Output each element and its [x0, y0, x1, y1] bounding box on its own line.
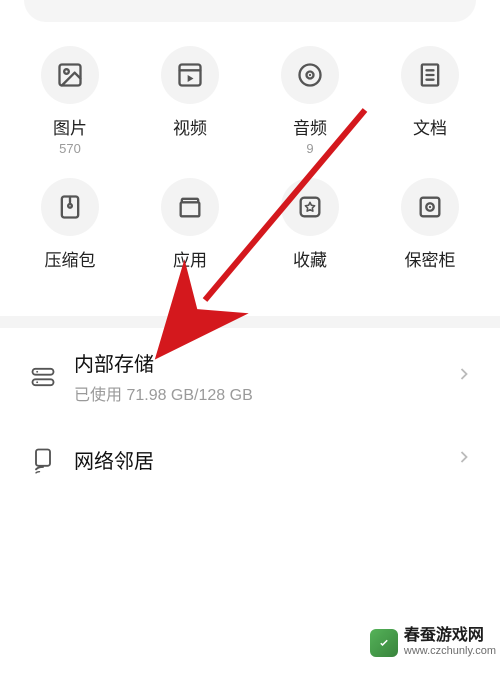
- category-archive[interactable]: 压缩包: [10, 178, 130, 288]
- category-count: 9: [306, 141, 313, 156]
- section-divider: [0, 316, 500, 328]
- document-icon: [401, 46, 459, 104]
- storage-list: 内部存储 已使用 71.98 GB/128 GB 网络邻居: [0, 328, 500, 494]
- storage-icon: [26, 363, 60, 391]
- category-label: 音频: [293, 114, 327, 139]
- internal-storage-row[interactable]: 内部存储 已使用 71.98 GB/128 GB: [8, 328, 492, 425]
- chevron-right-icon: [454, 447, 474, 472]
- watermark-name: 春蚕游戏网: [404, 628, 496, 644]
- category-videos[interactable]: 视频: [130, 46, 250, 156]
- category-audio[interactable]: 音频 9: [250, 46, 370, 156]
- watermark-logo-icon: [370, 629, 398, 657]
- category-docs[interactable]: 文档: [370, 46, 490, 156]
- category-label: 应用: [173, 246, 207, 271]
- category-safe[interactable]: 保密柜: [370, 178, 490, 288]
- row-title: 内部存储: [74, 348, 454, 377]
- apps-icon: [161, 178, 219, 236]
- watermark-url: www.czchunly.com: [404, 646, 496, 657]
- category-pictures[interactable]: 图片 570: [10, 46, 130, 156]
- category-label: 压缩包: [45, 246, 96, 271]
- video-icon: [161, 46, 219, 104]
- row-title: 网络邻居: [74, 445, 454, 474]
- category-grid: 图片 570 视频 音频 9 文档 压缩包: [0, 28, 500, 316]
- audio-icon: [281, 46, 339, 104]
- safe-icon: [401, 178, 459, 236]
- category-label: 图片: [53, 114, 87, 139]
- archive-icon: [41, 178, 99, 236]
- watermark: 春蚕游戏网 www.czchunly.com: [370, 628, 496, 657]
- network-icon: [26, 446, 60, 474]
- search-input[interactable]: [24, 0, 476, 22]
- network-neighborhood-row[interactable]: 网络邻居: [8, 425, 492, 494]
- category-label: 视频: [173, 114, 207, 139]
- category-label: 保密柜: [405, 246, 456, 271]
- image-icon: [41, 46, 99, 104]
- category-favorite[interactable]: 收藏: [250, 178, 370, 288]
- category-apps[interactable]: 应用: [130, 178, 250, 288]
- category-count: 570: [59, 141, 81, 156]
- category-label: 文档: [413, 114, 447, 139]
- chevron-right-icon: [454, 364, 474, 389]
- row-subtitle: 已使用 71.98 GB/128 GB: [74, 381, 454, 405]
- category-label: 收藏: [293, 246, 327, 271]
- favorite-icon: [281, 178, 339, 236]
